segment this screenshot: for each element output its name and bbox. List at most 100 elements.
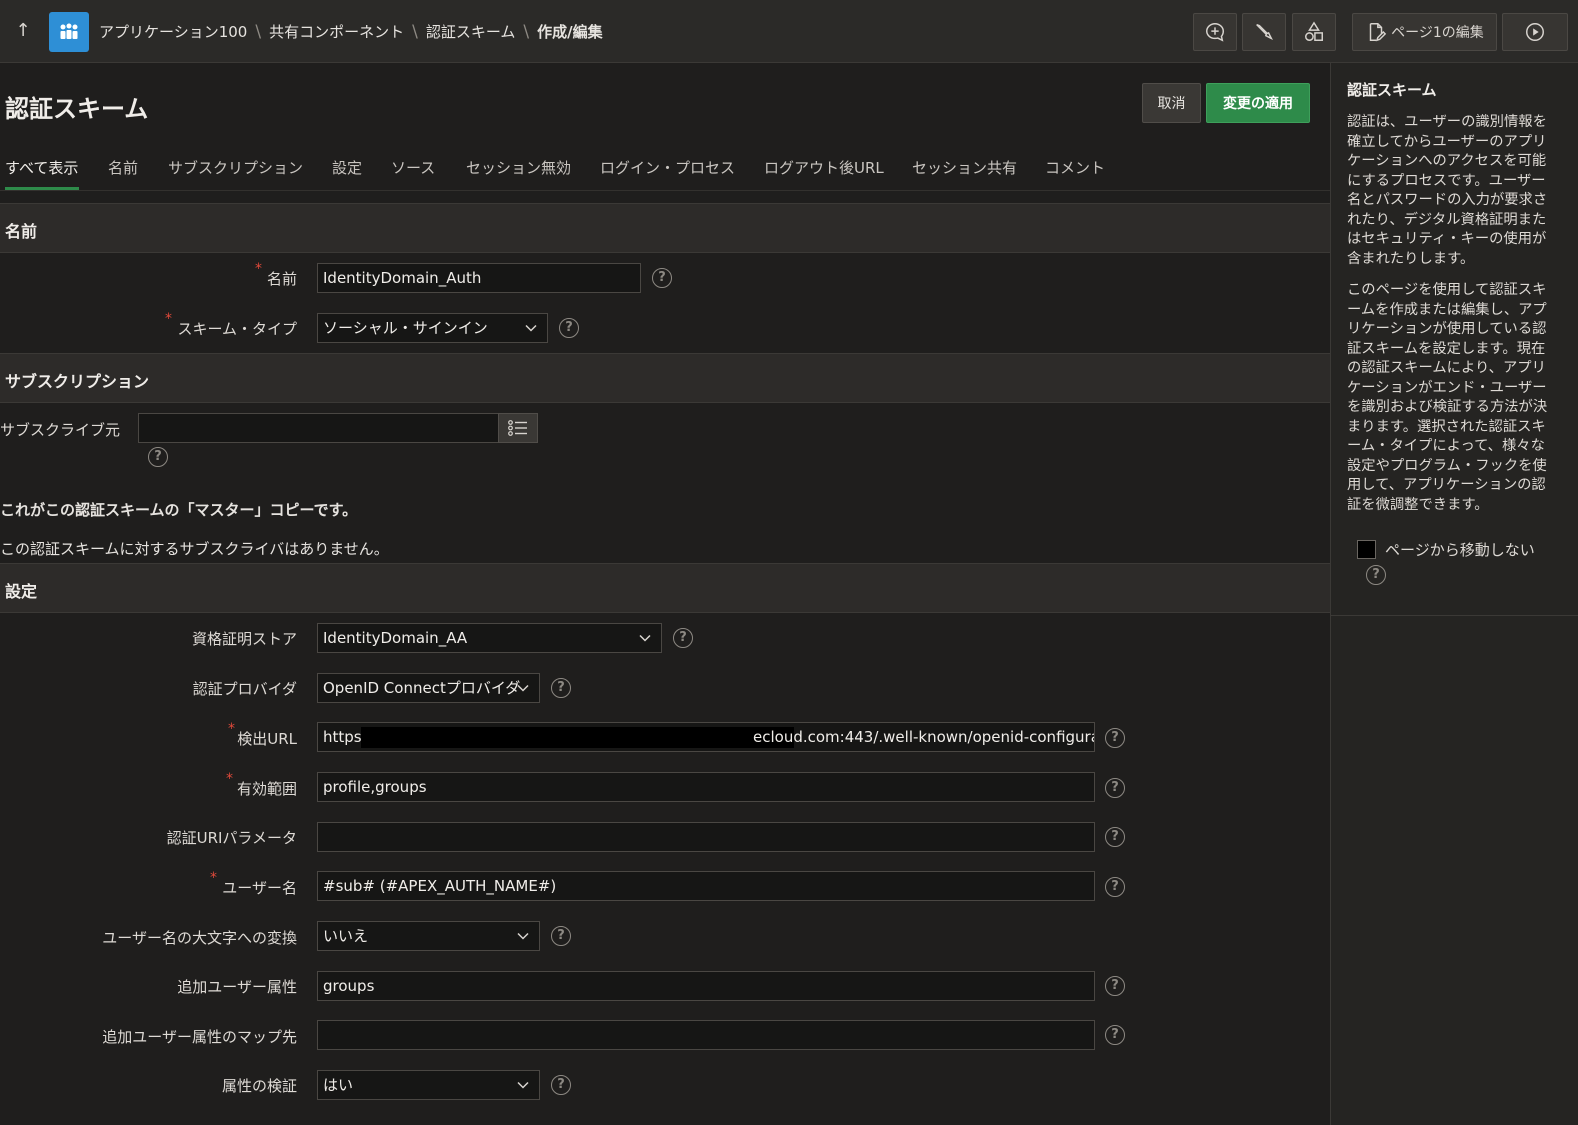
breadcrumb-shared-components[interactable]: 共有コンポーネント [269, 21, 404, 42]
credential-store-value: IdentityDomain_AA [323, 629, 468, 647]
credential-store-label: 資格証明ストア [191, 630, 297, 648]
help-icon[interactable]: ? [1105, 1025, 1125, 1045]
stay-on-page-checkbox[interactable] [1357, 540, 1376, 559]
auth-provider-select[interactable]: OpenID Connectプロバイダ [317, 673, 540, 703]
tab-name[interactable]: 名前 [108, 157, 138, 178]
name-label: 名前 [266, 270, 297, 288]
discovery-url-label: 検出URL [237, 730, 297, 748]
redacted-block [361, 727, 794, 748]
tab-post-logout-url[interactable]: ログアウト後URL [764, 157, 884, 178]
help-icon[interactable]: ? [1105, 877, 1125, 897]
subscribe-from-input[interactable] [138, 413, 499, 443]
help-icon[interactable]: ? [559, 318, 579, 338]
extra-attrs-label: 追加ユーザー属性 [177, 978, 297, 996]
comment-button[interactable] [1193, 13, 1237, 51]
section-header-subscription: サブスクリプション [0, 353, 1330, 403]
team-app-icon[interactable] [49, 12, 89, 52]
extra-attrs-map-label: 追加ユーザー属性のマップ先 [102, 1028, 297, 1046]
section-title-name: 名前 [5, 222, 38, 241]
section-title-subscription: サブスクリプション [5, 372, 150, 391]
auth-provider-value: OpenID Connectプロバイダ [323, 679, 521, 697]
stay-on-page-label: ページから移動しない [1385, 541, 1535, 559]
tab-bar: すべて表示 名前 サブスクリプション 設定 ソース セッション無効 ログイン・プ… [0, 151, 1330, 191]
tab-show-all[interactable]: すべて表示 [5, 157, 78, 178]
verify-attrs-label: 属性の検証 [221, 1077, 297, 1095]
auth-provider-label: 認証プロバイダ [192, 680, 297, 698]
scope-input[interactable]: profile,groups [317, 772, 1095, 802]
help-icon[interactable]: ? [1105, 827, 1125, 847]
brush-button[interactable] [1242, 13, 1286, 51]
required-marker: * [255, 261, 262, 277]
scheme-type-value: ソーシャル・サインイン [323, 319, 488, 337]
tab-source[interactable]: ソース [391, 157, 435, 178]
auth-uri-params-label: 認証URIパラメータ [166, 829, 297, 847]
breadcrumb-auth-schemes[interactable]: 認証スキーム [426, 21, 516, 42]
username-label: ユーザー名 [222, 879, 297, 897]
main-content: 認証スキーム 取消 変更の適用 すべて表示 名前 サブスクリプション 設定 ソー… [0, 63, 1330, 1125]
help-icon[interactable]: ? [1105, 976, 1125, 996]
shapes-icon [1305, 21, 1323, 41]
edit-page-label: ページ1の編集 [1391, 25, 1484, 41]
auth-uri-params-input[interactable] [317, 822, 1095, 852]
top-bar: ↑ アプリケーション100 \ 共有コンポーネント \ 認証スキーム \ 作成/… [0, 0, 1578, 63]
scheme-type-select[interactable]: ソーシャル・サインイン [317, 313, 548, 343]
required-marker: * [228, 721, 235, 737]
tab-settings[interactable]: 設定 [332, 157, 362, 178]
tab-session-invalid[interactable]: セッション無効 [466, 157, 571, 178]
master-copy-note: これがこの認証スキームの「マスター」コピーです。 [0, 501, 358, 519]
comment-icon [1206, 23, 1224, 42]
help-panel-content: 認証スキーム 認証は、ユーザーの識別情報を確立してからユーザーのアプリケーション… [1331, 63, 1578, 616]
list-picker-button[interactable] [498, 413, 538, 443]
brush-icon [1256, 23, 1273, 41]
extra-attrs-input[interactable]: groups [317, 971, 1095, 1001]
help-paragraph-2: このページを使用して認証スキームを作成または編集し、アプリケーションが使用してい… [1347, 282, 1548, 513]
tab-session-sharing[interactable]: セッション共有 [912, 157, 1017, 178]
list-icon [508, 420, 527, 436]
section-header-name: 名前 [0, 203, 1330, 253]
breadcrumb-separator: \ [412, 21, 418, 42]
help-icon[interactable]: ? [551, 678, 571, 698]
no-subscribers-note: この認証スキームに対するサブスクライバはありません。 [0, 540, 389, 558]
chevron-down-icon [517, 1081, 529, 1089]
uppercase-select[interactable]: いいえ [317, 921, 540, 951]
tab-comments[interactable]: コメント [1045, 157, 1105, 178]
breadcrumb: アプリケーション100 \ 共有コンポーネント \ 認証スキーム \ 作成/編集 [99, 21, 603, 42]
cancel-button[interactable]: 取消 [1142, 83, 1201, 123]
chevron-down-icon [517, 684, 529, 692]
tab-login-process[interactable]: ログイン・プロセス [600, 157, 735, 178]
required-marker: * [210, 870, 217, 886]
help-icon[interactable]: ? [148, 447, 168, 467]
discovery-url-input[interactable]: https: ecloud.com:443/.well-known/openid… [317, 722, 1095, 752]
breadcrumb-app[interactable]: アプリケーション100 [99, 21, 247, 42]
section-header-settings: 設定 [0, 563, 1330, 613]
credential-store-select[interactable]: IdentityDomain_AA [317, 623, 662, 653]
page-title: 認証スキーム [5, 95, 149, 123]
extra-attrs-map-input[interactable] [317, 1020, 1095, 1050]
verify-attrs-select[interactable]: はい [317, 1070, 540, 1100]
shapes-button[interactable] [1292, 13, 1336, 51]
tab-subscription[interactable]: サブスクリプション [168, 157, 303, 178]
discovery-url-suffix: ecloud.com:443/.well-known/openid-config… [753, 728, 1095, 746]
help-icon[interactable]: ? [1105, 778, 1125, 798]
help-paragraph-1: 認証は、ユーザーの識別情報を確立してからユーザーのアプリケーションへのアクセスを… [1347, 114, 1548, 267]
breadcrumb-separator: \ [523, 21, 530, 42]
help-icon[interactable]: ? [673, 628, 693, 648]
name-input[interactable]: IdentityDomain_Auth [317, 263, 641, 293]
help-icon[interactable]: ? [1366, 565, 1386, 585]
up-arrow-icon[interactable]: ↑ [12, 20, 34, 42]
chevron-down-icon [639, 634, 651, 642]
subscribe-from-label: サブスクライブ元 [0, 421, 121, 439]
apply-changes-button[interactable]: 変更の適用 [1206, 83, 1310, 123]
help-icon[interactable]: ? [1105, 728, 1125, 748]
verify-attrs-value: はい [323, 1076, 354, 1094]
scope-label: 有効範囲 [236, 780, 297, 798]
chevron-down-icon [517, 932, 529, 940]
username-input[interactable]: #sub# (#APEX_AUTH_NAME#) [317, 871, 1095, 901]
active-tab-indicator [5, 187, 79, 190]
play-icon [1526, 23, 1544, 41]
help-icon[interactable]: ? [551, 1075, 571, 1095]
help-icon[interactable]: ? [551, 926, 571, 946]
help-icon[interactable]: ? [652, 268, 672, 288]
run-page-button[interactable] [1502, 13, 1568, 51]
edit-page-button[interactable]: ページ1の編集 [1352, 13, 1497, 51]
